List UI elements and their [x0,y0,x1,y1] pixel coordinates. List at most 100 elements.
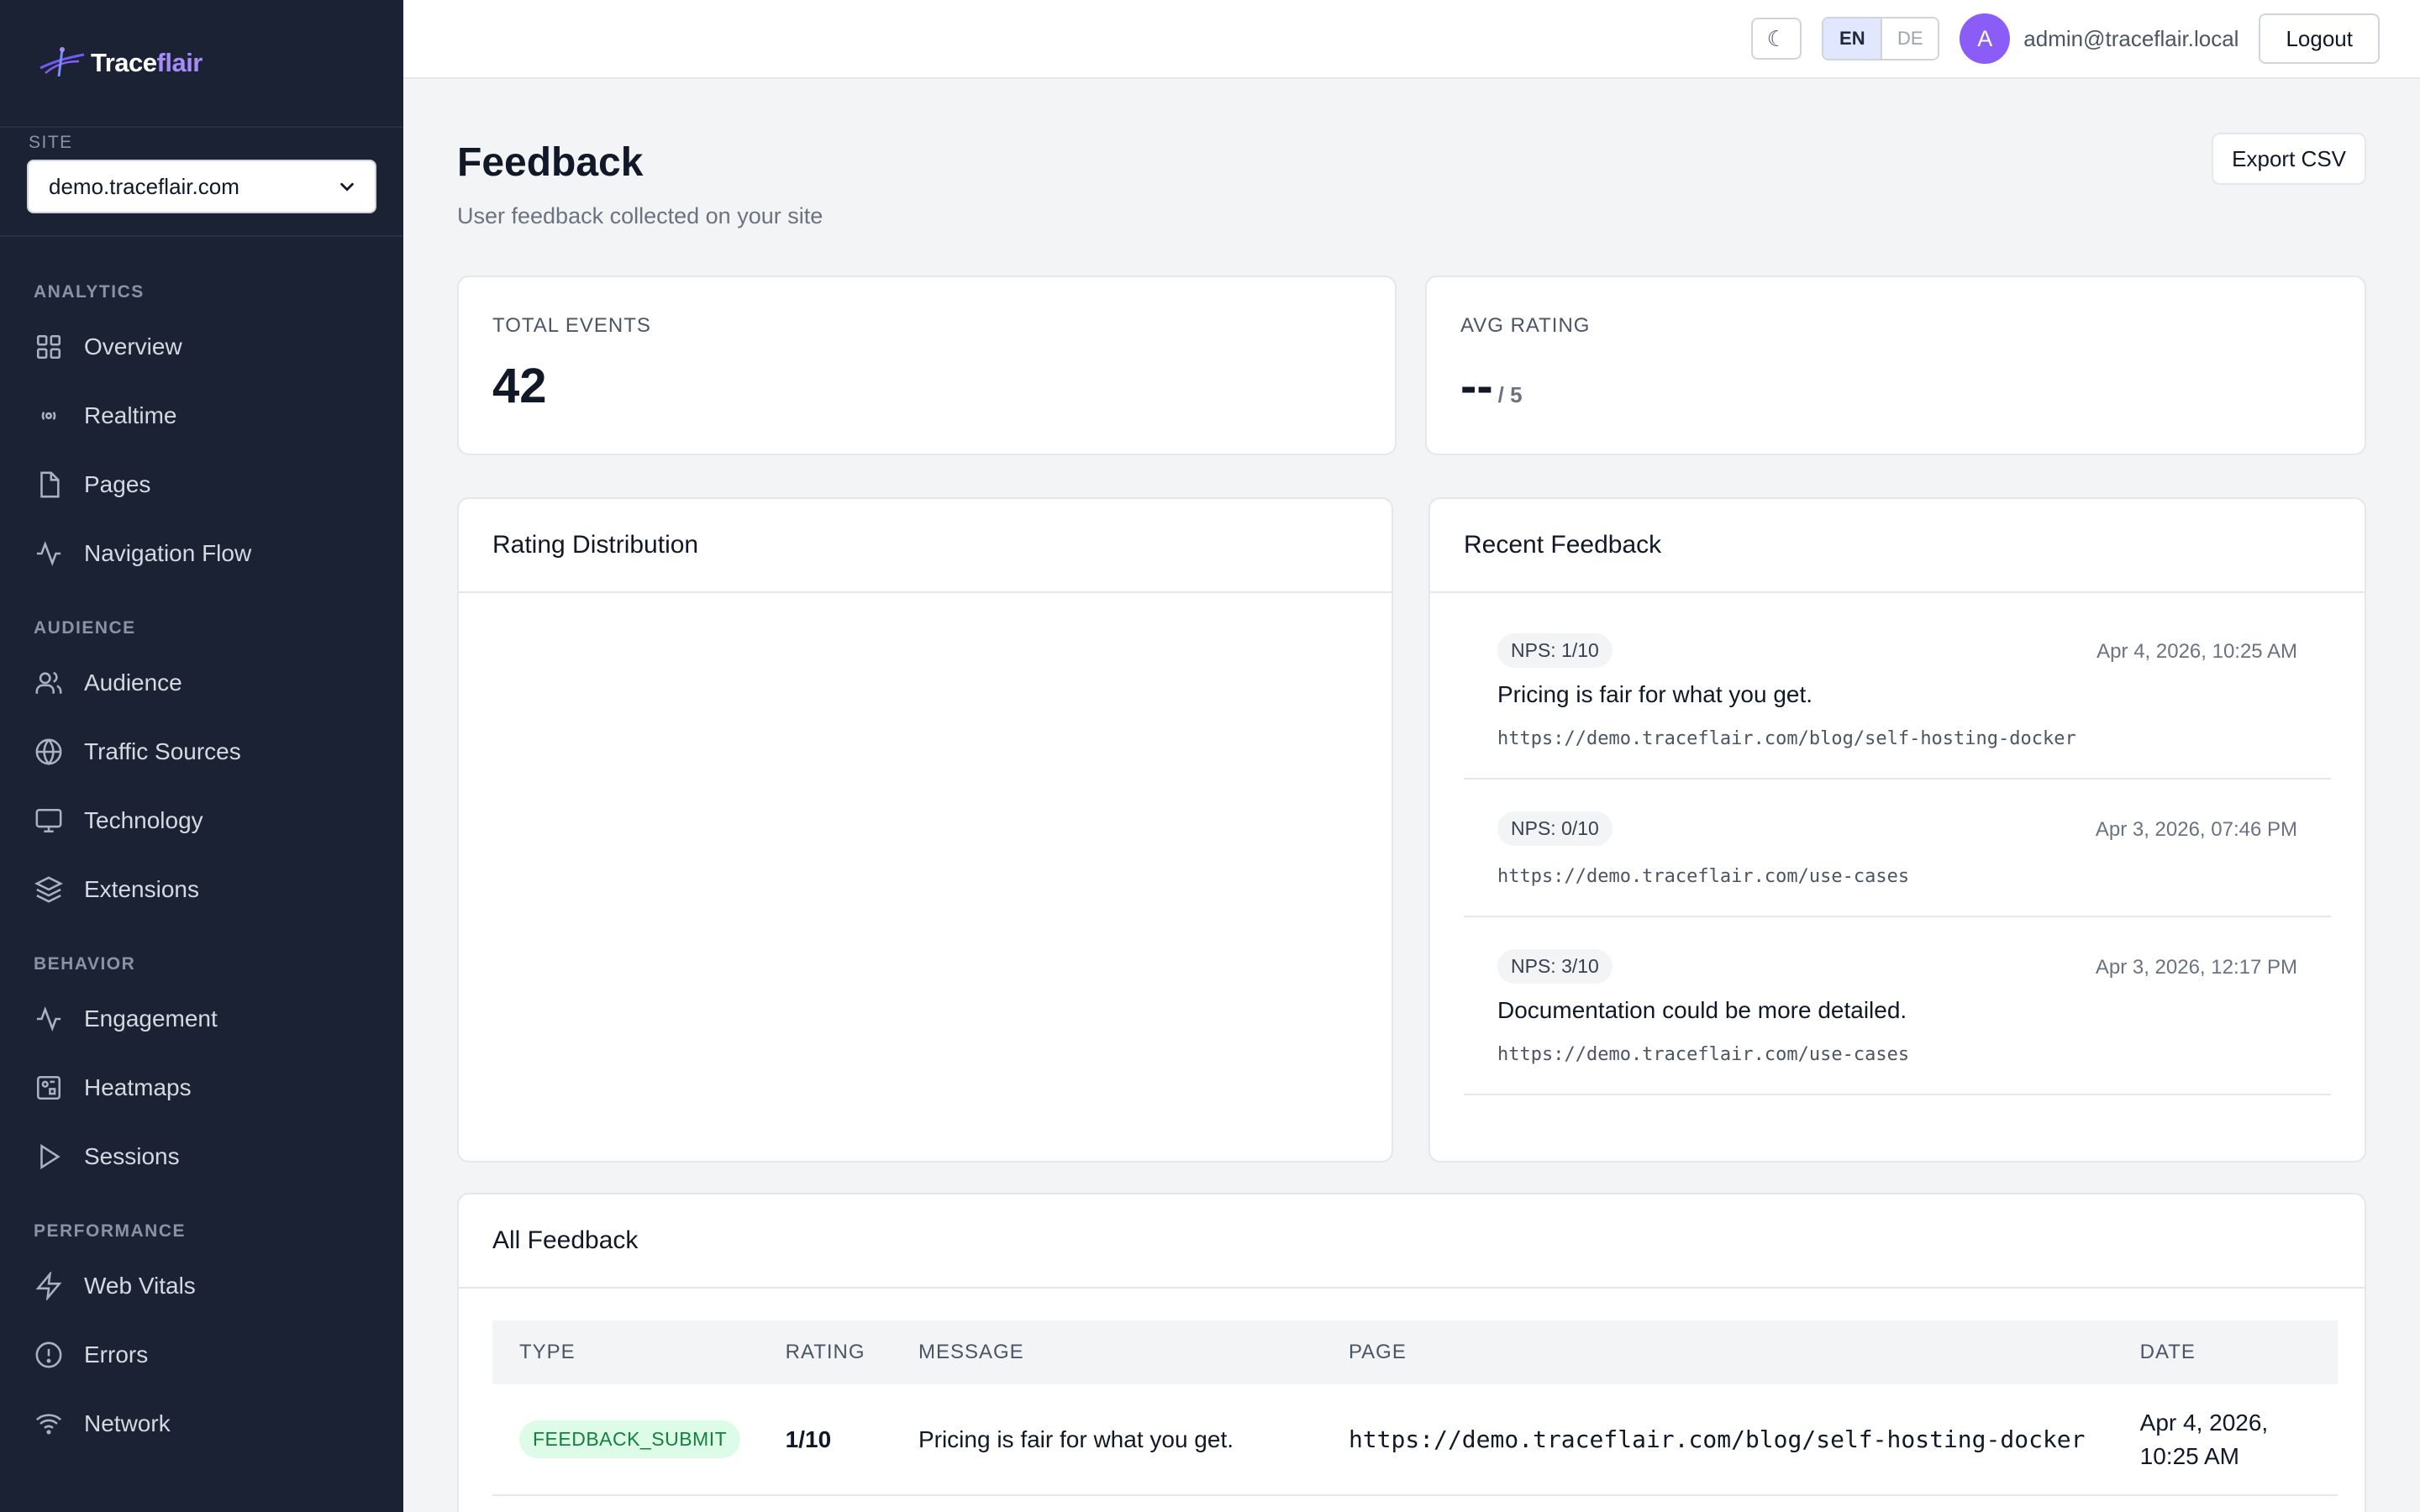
nav-group-title: BEHAVIOR [34,954,136,974]
sidebar-item-engagement[interactable]: Engagement [0,984,403,1053]
topbar: ☾ EN DE A admin@traceflair.local Logout [403,0,2420,79]
wifi-icon [34,1409,64,1439]
page-subtitle: User feedback collected on your site [457,203,823,228]
avg-rating-card: AVG RATING --/ 5 [1425,276,2366,455]
sidebar-item-label: Network [84,1410,171,1436]
page-title: Feedback [457,140,644,185]
sidebar-nav: ANALYTICS Overview Realtime Pages Naviga… [0,237,403,1458]
sidebar-item-label: Sessions [84,1143,180,1169]
sidebar-item-realtime[interactable]: Realtime [0,381,403,450]
activity-icon [34,1004,64,1034]
avatar[interactable]: A [1960,13,2011,64]
stat-label: TOTAL EVENTS [492,314,651,337]
nav-group-performance: PERFORMANCE Web Vitals Errors Network [0,1221,403,1458]
feedback-date: Apr 4, 2026, 10:25 AM [2096,640,2297,663]
theme-toggle-button[interactable]: ☾ [1751,18,1802,60]
sidebar-item-traffic-sources[interactable]: Traffic Sources [0,717,403,786]
feedback-message: Documentation could be more detailed. [1497,997,1907,1023]
sidebar-item-label: Pages [84,471,151,497]
card-title: Rating Distribution [459,499,1392,593]
language-toggle: EN DE [1822,17,1940,60]
column-header-page[interactable]: PAGE [1321,1320,2113,1384]
brand-name: Traceflair [91,48,203,77]
feedback-date: Apr 3, 2026, 12:17 PM [2095,956,2297,979]
logout-button[interactable]: Logout [2259,13,2380,64]
stat-value: 42 [492,359,547,413]
nav-group-title: AUDIENCE [34,618,136,638]
column-header-rating[interactable]: RATING [758,1320,892,1384]
table-row[interactable]: FEEDBACK_SUBMIT 1/10 Pricing is fair for… [492,1384,2338,1496]
sidebar-item-label: Web Vitals [84,1273,196,1299]
sidebar-item-navigation-flow[interactable]: Navigation Flow [0,519,403,588]
sidebar-item-label: Heatmaps [84,1074,192,1100]
grid-icon [34,332,64,362]
feedback-date: Apr 3, 2026, 07:46 PM [2095,818,2297,841]
column-header-date[interactable]: DATE [2112,1320,2338,1384]
type-badge: FEEDBACK_SUBMIT [519,1420,741,1458]
sidebar-item-label: Extensions [84,876,199,902]
nav-group-title: ANALYTICS [34,282,145,302]
alert-circle-icon [34,1340,64,1370]
sidebar-item-network[interactable]: Network [0,1389,403,1458]
list-item[interactable]: NPS: 1/10 Apr 4, 2026, 10:25 AM Pricing … [1464,601,2331,780]
column-header-message[interactable]: MESSAGE [891,1320,1322,1384]
moon-icon: ☾ [1766,25,1786,51]
cell-date: Apr 4, 2026, 10:25 AM [2112,1384,2338,1496]
users-icon [34,668,64,698]
sidebar-item-overview[interactable]: Overview [0,312,403,381]
avg-rating-suffix: / 5 [1497,382,1523,407]
card-title: Recent Feedback [1430,499,2365,593]
nps-badge: NPS: 3/10 [1497,949,1612,984]
sidebar-item-sessions[interactable]: Sessions [0,1122,403,1191]
export-csv-button[interactable]: Export CSV [2212,133,2366,185]
chevron-down-icon [340,182,354,192]
sidebar-item-technology[interactable]: Technology [0,786,403,855]
site-label: SITE [29,133,73,152]
avg-rating-value: -- [1460,359,1493,413]
main-content: Feedback User feedback collected on your… [403,81,2420,1512]
stat-label: AVG RATING [1460,314,1591,337]
recent-feedback-list: NPS: 1/10 Apr 4, 2026, 10:25 AM Pricing … [1430,593,2365,1095]
lang-de-button[interactable]: DE [1881,18,1939,59]
site-selector-block: SITE demo.traceflair.com [0,128,403,237]
card-title: All Feedback [459,1194,2365,1289]
cell-page: https://demo.traceflair.com/blog/self-ho… [1321,1384,2113,1496]
sidebar-item-pages[interactable]: Pages [0,450,403,519]
brand-logo[interactable]: Traceflair [0,0,403,128]
sidebar-item-label: Navigation Flow [84,540,252,566]
rating-distribution-card: Rating Distribution [457,497,1393,1163]
feedback-url: https://demo.traceflair.com/blog/self-ho… [1497,728,2076,749]
sidebar-item-extensions[interactable]: Extensions [0,855,403,924]
sidebar: Traceflair SITE demo.traceflair.com ANAL… [0,0,403,1512]
site-select-value: demo.traceflair.com [49,173,239,199]
activity-icon [34,538,64,569]
monitor-icon [34,806,64,836]
lang-en-button[interactable]: EN [1823,18,1881,59]
play-icon [34,1142,64,1172]
feedback-message: Pricing is fair for what you get. [1497,681,1813,707]
nps-badge: NPS: 0/10 [1497,811,1612,846]
broadcast-icon [34,401,64,431]
cell-type: FEEDBACK_SUBMIT [492,1384,759,1496]
layers-icon [34,874,64,905]
nps-badge: NPS: 1/10 [1497,633,1612,668]
stat-value: --/ 5 [1460,358,1523,414]
sidebar-item-label: Realtime [84,402,177,428]
cell-rating: 1/10 [758,1384,892,1496]
sidebar-item-audience[interactable]: Audience [0,648,403,717]
list-item[interactable]: NPS: 0/10 Apr 3, 2026, 07:46 PM https://… [1464,780,2331,917]
column-header-type[interactable]: TYPE [492,1320,759,1384]
nav-group-title: PERFORMANCE [34,1221,187,1241]
sidebar-item-web-vitals[interactable]: Web Vitals [0,1252,403,1320]
logo-icon [39,47,85,77]
sidebar-item-heatmaps[interactable]: Heatmaps [0,1053,403,1122]
list-item[interactable]: NPS: 3/10 Apr 3, 2026, 12:17 PM Document… [1464,917,2331,1095]
sidebar-item-label: Errors [84,1341,149,1368]
recent-feedback-card: Recent Feedback NPS: 1/10 Apr 4, 2026, 1… [1428,497,2366,1163]
sidebar-item-errors[interactable]: Errors [0,1320,403,1389]
sidebar-item-label: Audience [84,669,182,696]
heatmap-icon [34,1073,64,1103]
site-select[interactable]: demo.traceflair.com [27,160,376,213]
sidebar-item-label: Technology [84,807,203,833]
zap-icon [34,1271,64,1301]
